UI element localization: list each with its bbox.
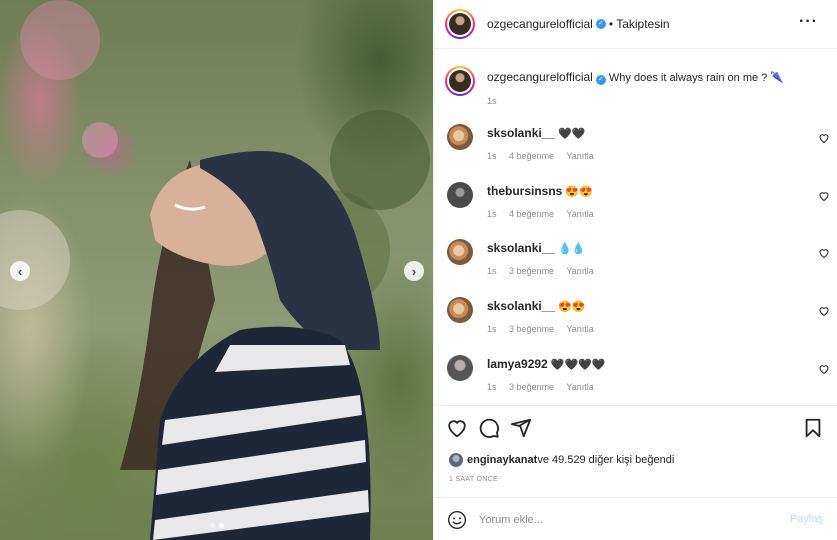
reply-button[interactable]: Yanıtla [566,324,593,334]
comment-composer: Paylaş [434,497,837,540]
follow-status[interactable]: • Takiptesin [609,17,670,31]
comment-likes[interactable]: 3 beğenme [509,382,554,392]
carousel-dot-active [219,523,224,528]
post-timestamp: 1 SAAT ÖNCE [449,476,498,483]
likes-summary[interactable]: enginaykanat ve 49.529 diğer kişi beğend… [449,453,674,467]
caption-text: Why does it always rain on me ? 🌂 [608,72,785,84]
comment-meta: 1s 4 beğenme Yanıtla [487,151,604,161]
comment-username[interactable]: thebursinsns [487,184,562,198]
comment-text-line: lamya9292 🖤🖤🖤🖤 [487,357,606,371]
carousel-indicator [210,523,224,528]
comment-text: 🖤🖤 [558,128,586,140]
comment-likes[interactable]: 3 beğenme [509,266,554,276]
like-comment-heart-icon[interactable] [818,363,830,375]
share-send-icon[interactable] [510,417,532,439]
post-header: ozgecangurelofficial ✓ • Takiptesin ··· [434,0,837,49]
comment-likes[interactable]: 4 beğenme [509,151,554,161]
like-comment-heart-icon[interactable] [818,247,830,259]
comment-username[interactable]: sksolanki__ [487,299,555,313]
reply-button[interactable]: Yanıtla [566,151,593,161]
comment-text-line: sksolanki__ 💧💧 [487,241,586,255]
author-username[interactable]: ozgecangurelofficial [487,17,593,31]
comment-time: 1s [487,266,497,276]
post-side-panel: ozgecangurelofficial ✓ • Takiptesin ··· … [433,0,837,540]
comment-input[interactable] [479,510,779,530]
comment-text: 🖤🖤🖤🖤 [550,359,606,371]
more-options-icon[interactable]: ··· [799,14,818,30]
carousel-dot [210,523,215,528]
emoji-smiley-icon[interactable] [447,510,467,530]
comment-time: 1s [487,382,497,392]
comment-likes[interactable]: 3 beğenme [509,324,554,334]
comment-text-line: sksolanki__ 🖤🖤 [487,126,586,140]
like-comment-heart-icon[interactable] [818,190,830,202]
comment-text: 💧💧 [558,243,586,255]
liker-username[interactable]: enginaykanat [467,454,537,466]
follow-status-label: Takiptesin [616,17,670,31]
comment-text-line: sksolanki__ 😍😍 [487,299,586,313]
verified-badge-icon: ✓ [595,75,606,85]
comment-avatar[interactable] [447,239,473,265]
comment-time: 1s [487,209,497,219]
previous-slide-button[interactable]: ‹ [10,261,30,281]
comment-avatar[interactable] [447,124,473,150]
instagram-post-modal: ‹ › ozgecangurelofficial ✓ • Takiptesin … [0,0,837,540]
post-photo: ‹ › [0,0,433,540]
caption-username[interactable]: ozgecangurelofficial [487,70,593,84]
caption-time: 1s [487,96,497,106]
caption-text-line: ozgecangurelofficial ✓ Why does it always… [487,70,817,85]
comment-likes[interactable]: 4 beğenme [509,209,554,219]
reply-button[interactable]: Yanıtla [566,266,593,276]
author-avatar[interactable] [445,9,475,39]
comment-item: thebursinsns 😍😍 1s 4 beğenme Yanıtla [445,182,830,230]
comment-bubble-icon[interactable] [478,417,500,439]
comment-text-line: thebursinsns 😍😍 [487,184,593,198]
comment-avatar[interactable] [447,297,473,323]
comment-time: 1s [487,151,497,161]
comment-username[interactable]: sksolanki__ [487,241,555,255]
reply-button[interactable]: Yanıtla [566,382,593,392]
comment-meta: 1s 3 beğenme Yanıtla [487,324,604,334]
comment-meta: 1s 4 beğenme Yanıtla [487,209,604,219]
like-comment-heart-icon[interactable] [818,305,830,317]
comment-item: lamya9292 🖤🖤🖤🖤 1s 3 beğenme Yanıtla [445,355,830,403]
photo-scene [0,0,430,540]
comment-time: 1s [487,324,497,334]
chevron-left-icon: ‹ [17,263,23,279]
comment-item: sksolanki__ 😍😍 1s 3 beğenme Yanıtla [445,297,830,345]
save-bookmark-icon[interactable] [802,417,824,439]
comment-text: 😍😍 [565,186,593,198]
comment-meta: 1s 3 beğenme Yanıtla [487,266,604,276]
like-heart-icon[interactable] [446,417,468,439]
like-comment-heart-icon[interactable] [818,132,830,144]
verified-badge-icon: ✓ [595,19,606,29]
reply-button[interactable]: Yanıtla [566,209,593,219]
next-slide-button[interactable]: › [404,261,424,281]
comment-username[interactable]: lamya9292 [487,357,548,371]
comment-text: 😍😍 [558,301,586,313]
liker-avatar [449,453,463,467]
comment-avatar[interactable] [447,182,473,208]
comments-list: ozgecangurelofficial ✓ Why does it always… [434,50,837,405]
caption-avatar[interactable] [445,66,475,96]
comment-meta: 1s 3 beğenme Yanıtla [487,382,604,392]
comment-item: sksolanki__ 💧💧 1s 3 beğenme Yanıtla [445,239,830,287]
likes-count-text: ve 49.529 diğer kişi beğendi [537,454,675,466]
comment-avatar[interactable] [447,355,473,381]
post-comment-button[interactable]: Paylaş [790,513,823,525]
post-actions: enginaykanat ve 49.529 diğer kişi beğend… [434,405,837,497]
comment-username[interactable]: sksolanki__ [487,126,555,140]
chevron-right-icon: › [411,263,417,279]
comment-item: sksolanki__ 🖤🖤 1s 4 beğenme Yanıtla [445,124,830,172]
